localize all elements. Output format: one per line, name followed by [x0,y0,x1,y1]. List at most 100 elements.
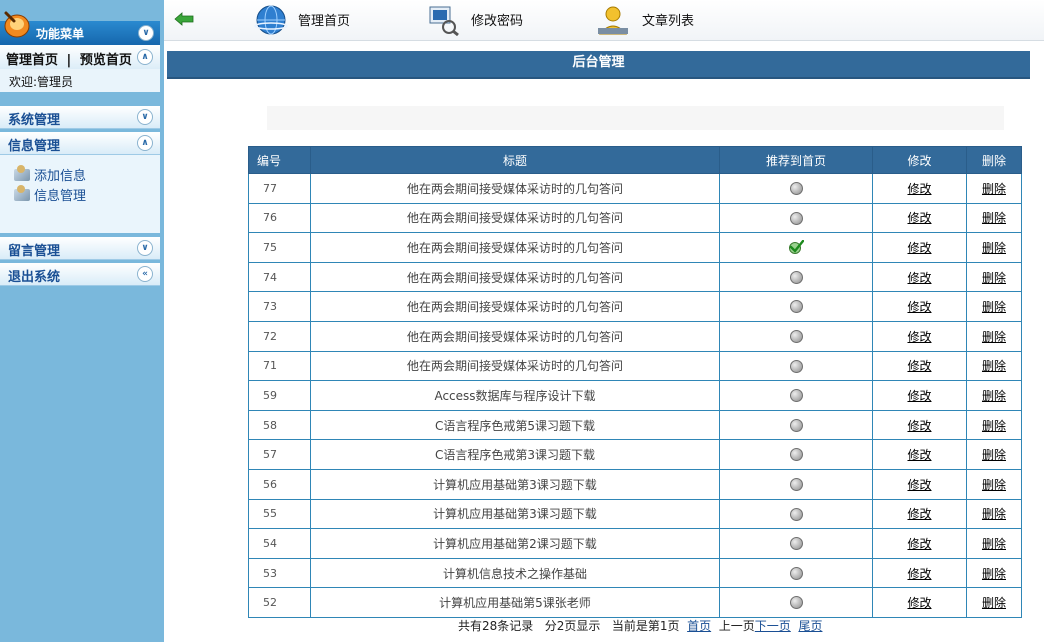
submenu-item-add-info[interactable]: 添加信息 [14,165,86,184]
row-id: 57 [248,439,311,470]
radio-icon[interactable] [789,211,803,225]
edit-link[interactable]: 修改 [907,330,931,344]
delete-link[interactable]: 删除 [982,271,1006,285]
delete-link[interactable]: 删除 [982,300,1006,314]
row-recommend [719,320,873,352]
toolbar-admin-home[interactable]: 管理首页 [298,10,350,29]
toolbar-strip [267,106,1004,130]
delete-link[interactable]: 删除 [982,448,1006,462]
pager-prev: 上一页 [718,619,755,633]
radio-icon[interactable] [789,418,803,432]
delete-link[interactable]: 删除 [982,567,1006,581]
row-title: 计算机应用基础第3课习题下载 [310,468,720,500]
table-row: 52 计算机应用基础第5课张老师 修改 删除 [248,587,1022,618]
row-edit-cell: 修改 [872,409,967,441]
radio-icon[interactable] [789,359,803,373]
radio-icon[interactable] [789,448,803,462]
edit-link[interactable]: 修改 [907,271,931,285]
radio-icon[interactable] [789,537,803,551]
chevron-down-icon[interactable]: ∨ [138,25,154,41]
edit-link[interactable]: 修改 [907,300,931,314]
row-edit-cell: 修改 [872,380,967,411]
checked-radio-icon[interactable] [788,240,804,255]
row-title: 计算机应用基础第2课习题下载 [310,528,720,559]
edit-link[interactable]: 修改 [907,448,931,462]
row-id: 74 [248,261,311,293]
radio-icon[interactable] [789,507,803,521]
chevron-up-icon[interactable]: ∧ [137,135,153,151]
edit-link[interactable]: 修改 [907,567,931,581]
row-recommend [719,291,873,322]
delete-link[interactable]: 删除 [982,537,1006,551]
radio-icon[interactable] [789,182,803,196]
radio-icon[interactable] [789,270,803,284]
edit-link[interactable]: 修改 [907,478,931,492]
radio-icon[interactable] [789,330,803,344]
delete-link[interactable]: 删除 [982,241,1006,255]
document-icon [14,165,30,181]
section-logout[interactable]: 退出系统 « [0,263,160,286]
section-system[interactable]: 系统管理 ∨ [0,106,160,129]
delete-link[interactable]: 删除 [982,359,1006,373]
delete-link[interactable]: 删除 [982,330,1006,344]
delete-link[interactable]: 删除 [982,389,1006,403]
row-title: 计算机信息技术之操作基础 [310,557,720,589]
toolbar-article-list[interactable]: 文章列表 [642,10,694,29]
table-row: 74 他在两会期间接受媒体采访时的几句答问 修改 删除 [248,261,1022,293]
delete-link[interactable]: 删除 [982,419,1006,433]
chevron-down-icon[interactable]: ∨ [137,109,153,125]
radio-icon[interactable] [789,389,803,403]
delete-link[interactable]: 删除 [982,211,1006,225]
row-delete-cell: 删除 [966,350,1022,382]
menu-logo-icon [4,11,30,38]
section-info[interactable]: 信息管理 ∧ [0,132,160,155]
delete-link[interactable]: 删除 [982,478,1006,492]
submenu-item-manage-info[interactable]: 信息管理 [14,185,86,204]
chevron-left-icon[interactable]: « [137,266,153,282]
edit-link[interactable]: 修改 [907,359,931,373]
radio-icon[interactable] [789,596,803,610]
table-row: 72 他在两会期间接受媒体采访时的几句答问 修改 删除 [248,320,1022,352]
row-edit-cell: 修改 [872,498,967,530]
pager-first-link[interactable]: 首页 [687,619,711,633]
edit-link[interactable]: 修改 [907,389,931,403]
radio-icon[interactable] [789,300,803,314]
edit-link[interactable]: 修改 [907,419,931,433]
chevron-up-icon[interactable]: ∧ [137,49,153,65]
row-id: 52 [248,587,311,618]
row-recommend [719,587,873,618]
row-title: 他在两会期间接受媒体采访时的几句答问 [310,232,720,263]
row-id: 55 [248,498,311,530]
preview-home-link[interactable]: 预览首页 [80,53,132,68]
edit-link[interactable]: 修改 [907,596,931,610]
pager-last-link[interactable]: 尾页 [798,619,822,633]
back-arrow-icon[interactable] [174,12,194,26]
delete-link[interactable]: 删除 [982,596,1006,610]
toolbar-change-password[interactable]: 修改密码 [471,10,523,29]
row-title: Access数据库与程序设计下载 [310,380,720,411]
password-icon [429,6,459,36]
edit-link[interactable]: 修改 [907,182,931,196]
row-title: 他在两会期间接受媒体采访时的几句答问 [310,320,720,352]
delete-link[interactable]: 删除 [982,182,1006,196]
row-edit-cell: 修改 [872,468,967,500]
row-recommend [719,498,873,530]
chevron-down-icon[interactable]: ∨ [137,240,153,256]
edit-link[interactable]: 修改 [907,211,931,225]
table-row: 71 他在两会期间接受媒体采访时的几句答问 修改 删除 [248,350,1022,382]
radio-icon[interactable] [789,477,803,491]
pager-next-link[interactable]: 下一页 [755,619,791,633]
row-id: 56 [248,468,311,500]
admin-home-link[interactable]: 管理首页 [6,53,58,68]
delete-link[interactable]: 删除 [982,507,1006,521]
edit-link[interactable]: 修改 [907,241,931,255]
section-messages[interactable]: 留言管理 ∨ [0,237,160,260]
edit-link[interactable]: 修改 [907,537,931,551]
pager-current: 当前是第1页 [611,619,680,633]
row-title: 他在两会期间接受媒体采访时的几句答问 [310,350,720,382]
menu-header: 功能菜单 ∨ [0,11,160,45]
radio-icon[interactable] [789,566,803,580]
row-edit-cell: 修改 [872,528,967,559]
row-title: 他在两会期间接受媒体采访时的几句答问 [310,261,720,293]
edit-link[interactable]: 修改 [907,507,931,521]
